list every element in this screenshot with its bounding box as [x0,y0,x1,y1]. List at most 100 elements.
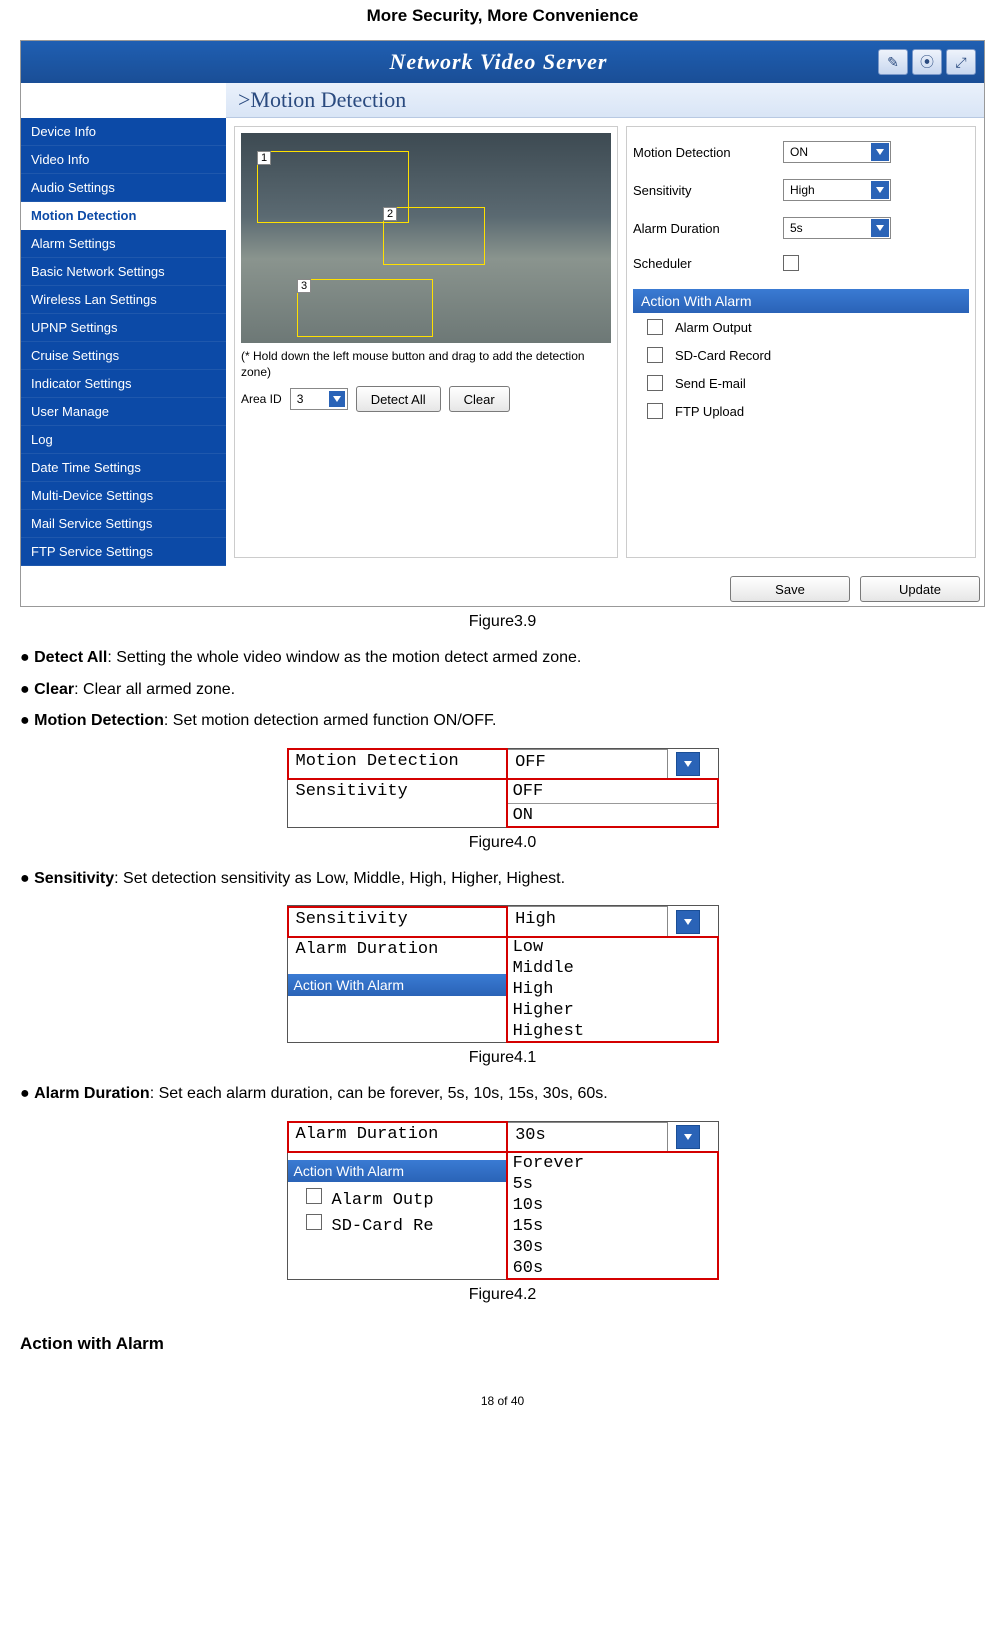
sidebar-item-basic-network[interactable]: Basic Network Settings [21,258,226,286]
fig41-dropdown-icon[interactable] [676,910,700,934]
sidebar-item-mailservice[interactable]: Mail Service Settings [21,510,226,538]
sidebar-item-cruise[interactable]: Cruise Settings [21,342,226,370]
sensitivity-value: High [790,183,815,197]
sidebar-item-multidevice[interactable]: Multi-Device Settings [21,482,226,510]
nvs-breadcrumb: >Motion Detection [226,83,984,118]
sidebar-item-ftpservice[interactable]: FTP Service Settings [21,538,226,566]
motion-detection-value: ON [790,145,808,159]
fig40-option-off[interactable]: OFF [507,780,718,804]
alarm-output-checkbox[interactable] [647,319,663,335]
fig42-alarm-duration-label: Alarm Duration [288,1122,507,1152]
fig42-check2[interactable] [306,1214,322,1230]
scheduler-label: Scheduler [633,256,783,271]
detection-zone-2[interactable]: 2 [383,207,485,265]
area-id-dropdown-icon [329,391,345,407]
area-id-select[interactable]: 3 [290,388,348,410]
sidebar-item-wireless-lan[interactable]: Wireless Lan Settings [21,286,226,314]
fig42-check2-label: SD-Card Re [332,1217,434,1236]
alarm-output-label: Alarm Output [675,320,752,335]
zone-label-3: 3 [297,279,311,293]
fig40-motion-label: Motion Detection [288,749,507,779]
alarm-duration-value: 5s [790,221,803,235]
fig40-option-on[interactable]: ON [507,804,718,827]
fig41-alarm-duration-label: Alarm Duration [288,937,507,967]
fig41-option-high[interactable]: High [507,979,718,1000]
fig41-option-low[interactable]: Low [507,937,718,958]
fig41-option-highest[interactable]: Highest [507,1021,718,1042]
video-hint: (* Hold down the left mouse button and d… [241,349,611,380]
sidebar-item-datetime[interactable]: Date Time Settings [21,454,226,482]
fig42-option-forever[interactable]: Forever [507,1153,718,1174]
settings-pane: Motion Detection ON Sensitivity High [626,126,976,558]
area-id-label: Area ID [241,392,282,406]
dropdown-icon [871,219,889,237]
figure42-panel: Alarm Duration 30s Action With Alarm Ala… [287,1121,719,1280]
fig42-dropdown-icon[interactable] [676,1125,700,1149]
send-email-checkbox[interactable] [647,375,663,391]
fig41-option-middle[interactable]: Middle [507,958,718,979]
alarm-duration-label: Alarm Duration [633,221,783,236]
sidebar-item-motion-detection[interactable]: Motion Detection [21,202,226,230]
sensitivity-select[interactable]: High [783,179,891,201]
fig42-option-60s[interactable]: 60s [507,1258,718,1279]
sidebar-item-audio-settings[interactable]: Audio Settings [21,174,226,202]
nvs-window: Network Video Server ✎ ⦿ ⤢ >Motion Detec… [20,40,985,607]
action-with-alarm-header: Action With Alarm [633,289,969,313]
fig42-check1[interactable] [306,1188,322,1204]
figure40-panel: Motion Detection OFF Sensitivity OFF ON [287,748,719,828]
motion-detection-label: Motion Detection [633,145,783,160]
video-preview[interactable]: 1 2 3 [241,133,611,343]
sidebar-item-device-info[interactable]: Device Info [21,118,226,146]
nvs-main: 1 2 3 (* Hold down the left mouse button… [226,118,984,566]
bullet-clear: ● Clear: Clear all armed zone. [20,677,985,703]
figure42-caption: Figure4.2 [20,1286,985,1304]
alarm-duration-select[interactable]: 5s [783,217,891,239]
clear-button[interactable]: Clear [449,386,510,412]
bottom-buttons: Save Update [21,566,984,606]
sdcard-record-checkbox[interactable] [647,347,663,363]
save-button[interactable]: Save [730,576,850,602]
fig42-option-10s[interactable]: 10s [507,1195,718,1216]
fig40-dropdown-icon[interactable] [676,752,700,776]
figure39-caption: Figure3.9 [20,613,985,631]
video-pane: 1 2 3 (* Hold down the left mouse button… [234,126,618,558]
send-email-label: Send E-mail [675,376,746,391]
sdcard-record-label: SD-Card Record [675,348,771,363]
fig40-motion-value: OFF [507,749,668,779]
page-header: More Security, More Convenience [20,0,985,40]
zone-label-2: 2 [383,207,397,221]
detection-zone-3[interactable]: 3 [297,279,433,337]
dropdown-icon [871,143,889,161]
section-action-with-alarm: Action with Alarm [20,1334,985,1354]
detect-all-button[interactable]: Detect All [356,386,441,412]
tool-icon-1[interactable]: ✎ [878,49,908,75]
tool-icon-3[interactable]: ⤢ [946,49,976,75]
update-button[interactable]: Update [860,576,980,602]
nvs-titlebar: Network Video Server ✎ ⦿ ⤢ [21,41,984,83]
fig41-sensitivity-value: High [507,907,668,937]
nvs-sidebar: Device Info Video Info Audio Settings Mo… [21,118,226,566]
scheduler-checkbox[interactable] [783,255,799,271]
fig41-section-header: Action With Alarm [288,974,507,996]
bullet-detect-all: ● Detect All: Setting the whole video wi… [20,645,985,671]
fig42-option-15s[interactable]: 15s [507,1216,718,1237]
sidebar-item-indicator[interactable]: Indicator Settings [21,370,226,398]
sidebar-item-log[interactable]: Log [21,426,226,454]
figure41-panel: Sensitivity High Alarm Duration Low Midd… [287,905,719,1043]
bullet-motion-detection: ● Motion Detection: Set motion detection… [20,708,985,734]
dropdown-icon [871,181,889,199]
motion-detection-select[interactable]: ON [783,141,891,163]
sidebar-item-upnp[interactable]: UPNP Settings [21,314,226,342]
sidebar-item-alarm-settings[interactable]: Alarm Settings [21,230,226,258]
fig41-option-higher[interactable]: Higher [507,1000,718,1021]
nvs-title: Network Video Server [119,49,878,75]
fig42-check1-label: Alarm Outp [332,1191,434,1210]
fig42-option-30s[interactable]: 30s [507,1237,718,1258]
fig42-option-5s[interactable]: 5s [507,1174,718,1195]
sidebar-item-video-info[interactable]: Video Info [21,146,226,174]
sidebar-item-user-manage[interactable]: User Manage [21,398,226,426]
area-id-value: 3 [297,392,304,406]
ftp-upload-checkbox[interactable] [647,403,663,419]
tool-icon-2[interactable]: ⦿ [912,49,942,75]
fig40-sensitivity-label: Sensitivity [288,779,507,827]
